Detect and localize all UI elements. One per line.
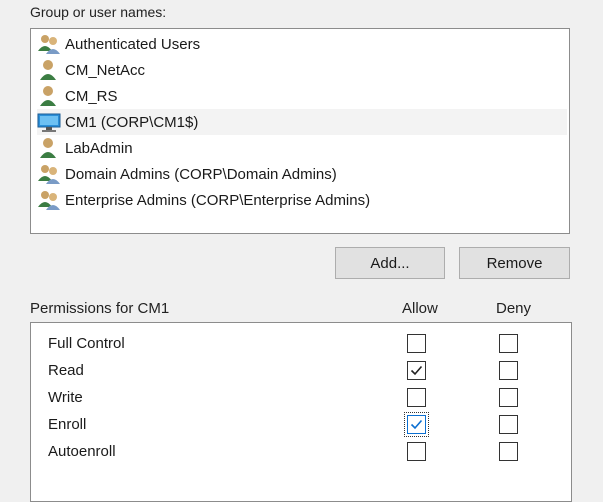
user-list-item[interactable]: CM_NetAcc bbox=[37, 57, 567, 83]
user-list-item[interactable]: LabAdmin bbox=[37, 135, 567, 161]
permissions-title: Permissions for CM1 bbox=[30, 300, 170, 317]
user-icon bbox=[37, 59, 61, 81]
user-list-item-label: Enterprise Admins (CORP\Enterprise Admin… bbox=[65, 191, 371, 209]
group-or-user-names-label: Group or user names: bbox=[30, 4, 167, 20]
permission-row-read: Read bbox=[31, 358, 571, 385]
deny-column-header: Deny bbox=[496, 300, 532, 317]
permission-row-enroll: Enroll bbox=[31, 412, 571, 439]
user-list-item-label: LabAdmin bbox=[65, 139, 133, 157]
checkmark-icon bbox=[410, 419, 423, 430]
read-deny-checkbox[interactable] bbox=[499, 361, 518, 380]
add-button[interactable]: Add... bbox=[335, 247, 445, 279]
user-list-item-label: Domain Admins (CORP\Domain Admins) bbox=[65, 165, 337, 183]
user-group-icon bbox=[37, 33, 61, 55]
allow-column-header: Allow bbox=[402, 300, 438, 317]
enroll-allow-checkbox[interactable] bbox=[404, 412, 429, 437]
permission-name: Write bbox=[48, 389, 83, 406]
user-list-item[interactable]: Enterprise Admins (CORP\Enterprise Admin… bbox=[37, 187, 567, 213]
autoenroll-allow-checkbox[interactable] bbox=[407, 442, 426, 461]
user-group-icon bbox=[37, 163, 61, 185]
user-group-icon bbox=[37, 189, 61, 211]
permission-row-write: Write bbox=[31, 385, 571, 412]
enroll-deny-checkbox[interactable] bbox=[499, 415, 518, 434]
permission-name: Read bbox=[48, 362, 84, 379]
user-list-item[interactable]: Domain Admins (CORP\Domain Admins) bbox=[37, 161, 567, 187]
permission-name: Autoenroll bbox=[48, 443, 116, 460]
user-icon bbox=[37, 85, 61, 107]
remove-button[interactable]: Remove bbox=[459, 247, 570, 279]
user-list[interactable]: Authenticated Users CM_NetAcc CM_RS CM1 … bbox=[30, 28, 570, 234]
autoenroll-deny-checkbox[interactable] bbox=[499, 442, 518, 461]
computer-icon bbox=[37, 111, 61, 133]
user-icon bbox=[37, 137, 61, 159]
user-list-item-label: CM_RS bbox=[65, 87, 118, 105]
user-list-item-selected[interactable]: CM1 (CORP\CM1$) bbox=[37, 109, 567, 135]
user-list-item-label: Authenticated Users bbox=[65, 35, 201, 53]
user-list-item-label: CM_NetAcc bbox=[65, 61, 146, 79]
permission-name: Enroll bbox=[48, 416, 87, 433]
user-list-item[interactable]: CM_RS bbox=[37, 83, 567, 109]
write-deny-checkbox[interactable] bbox=[499, 388, 518, 407]
permission-row-full-control: Full Control bbox=[31, 331, 571, 358]
checkmark-icon bbox=[410, 365, 423, 376]
permissions-list: Full Control Read Write Enroll Autoenrol… bbox=[30, 322, 572, 502]
user-list-item-label: CM1 (CORP\CM1$) bbox=[65, 113, 199, 131]
permission-name: Full Control bbox=[48, 335, 125, 352]
full-control-deny-checkbox[interactable] bbox=[499, 334, 518, 353]
write-allow-checkbox[interactable] bbox=[407, 388, 426, 407]
read-allow-checkbox[interactable] bbox=[407, 361, 426, 380]
full-control-allow-checkbox[interactable] bbox=[407, 334, 426, 353]
permission-row-autoenroll: Autoenroll bbox=[31, 439, 571, 466]
user-list-item[interactable]: Authenticated Users bbox=[37, 31, 567, 57]
